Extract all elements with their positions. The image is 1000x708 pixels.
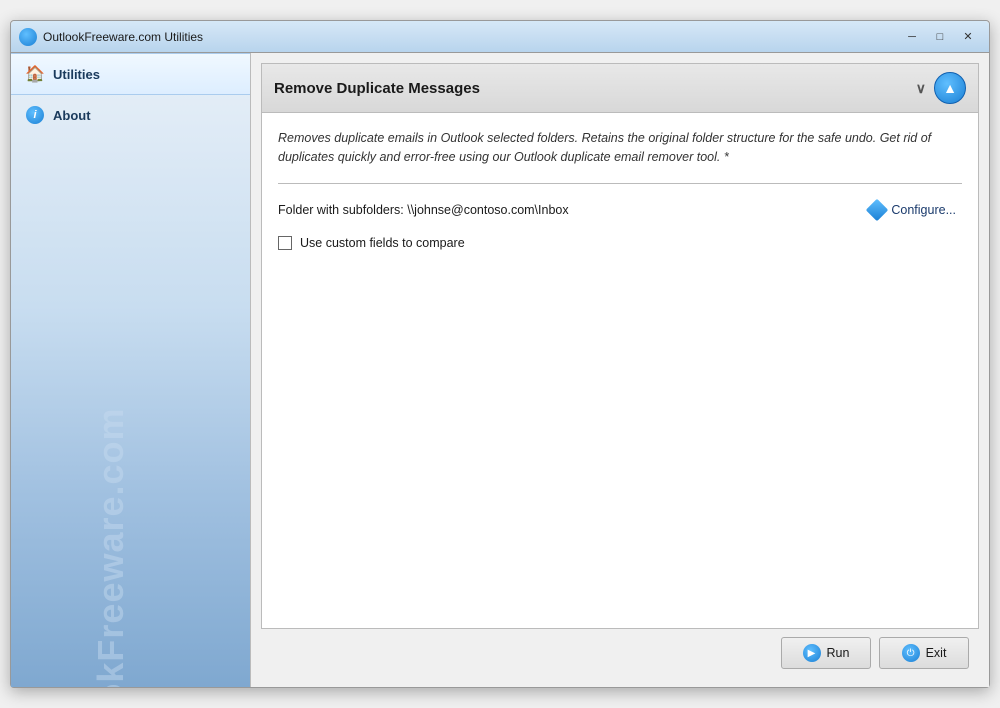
configure-label: Configure... — [891, 203, 956, 217]
main-content: 🏠 Utilities i About OutlookFreeware.com — [11, 53, 989, 687]
bottom-bar: ▶ Run ⏻ Exit — [261, 629, 979, 677]
run-button[interactable]: ▶ Run — [781, 637, 871, 669]
title-bar-text: OutlookFreeware.com Utilities — [43, 30, 899, 44]
tool-title: Remove Duplicate Messages — [274, 80, 480, 97]
checkbox-row: Use custom fields to compare — [278, 236, 962, 250]
sidebar: 🏠 Utilities i About OutlookFreeware.com — [11, 53, 251, 687]
exit-icon: ⏻ — [902, 644, 920, 662]
title-bar-controls: ─ □ ✕ — [899, 27, 981, 47]
description-text: Removes duplicate emails in Outlook sele… — [278, 129, 962, 167]
content-body: Removes duplicate emails in Outlook sele… — [262, 113, 978, 628]
folder-row: Folder with subfolders: \\johnse@contoso… — [278, 200, 962, 220]
exit-button[interactable]: ⏻ Exit — [879, 637, 969, 669]
tool-selector[interactable]: Remove Duplicate Messages ∨ — [274, 80, 926, 97]
content-area: Remove Duplicate Messages ∨ ▲ Removes du… — [261, 63, 979, 629]
sidebar-item-utilities[interactable]: 🏠 Utilities — [11, 53, 250, 95]
close-button[interactable]: ✕ — [955, 27, 981, 47]
run-icon: ▶ — [803, 644, 821, 662]
content-header: Remove Duplicate Messages ∨ ▲ — [262, 64, 978, 113]
divider — [278, 183, 962, 184]
minimize-button[interactable]: ─ — [899, 27, 925, 47]
watermark-container: OutlookFreeware.com — [11, 53, 250, 687]
sidebar-utilities-label: Utilities — [53, 67, 100, 82]
sidebar-watermark: OutlookFreeware.com — [90, 407, 132, 687]
main-window: OutlookFreeware.com Utilities ─ □ ✕ 🏠 Ut… — [10, 20, 990, 688]
configure-button[interactable]: Configure... — [863, 200, 962, 220]
run-label: Run — [827, 646, 850, 660]
maximize-button[interactable]: □ — [927, 27, 953, 47]
right-panel: Remove Duplicate Messages ∨ ▲ Removes du… — [251, 53, 989, 687]
info-icon-container: i — [25, 105, 45, 125]
app-icon — [19, 28, 37, 46]
chevron-down-icon: ∨ — [916, 80, 926, 97]
checkbox-label: Use custom fields to compare — [300, 236, 465, 250]
diamond-icon — [866, 198, 889, 221]
info-icon: i — [26, 106, 44, 124]
upload-button[interactable]: ▲ — [934, 72, 966, 104]
sidebar-about-label: About — [53, 108, 91, 123]
sidebar-item-about[interactable]: i About — [11, 95, 250, 135]
custom-fields-checkbox[interactable] — [278, 236, 292, 250]
title-bar: OutlookFreeware.com Utilities ─ □ ✕ — [11, 21, 989, 53]
folder-label: Folder with subfolders: \\johnse@contoso… — [278, 203, 569, 217]
exit-label: Exit — [926, 646, 947, 660]
home-icon: 🏠 — [25, 64, 45, 84]
